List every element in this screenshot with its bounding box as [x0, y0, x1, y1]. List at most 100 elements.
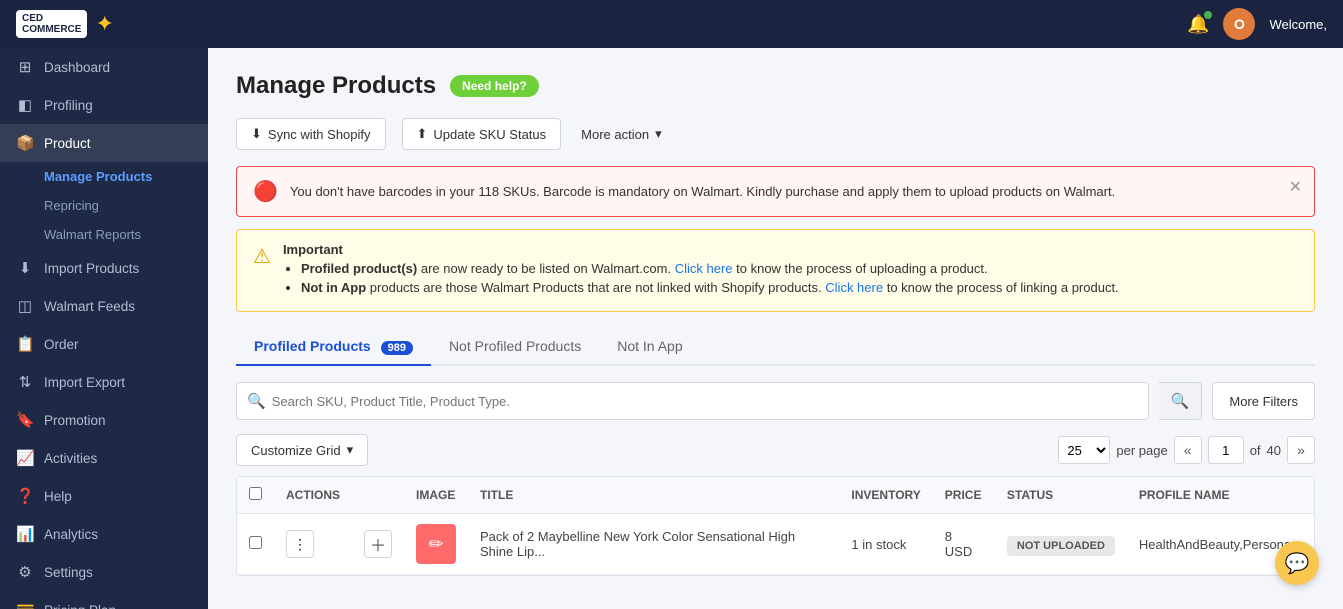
- row-add-cell[interactable]: ＋: [352, 514, 404, 575]
- sidebar-item-profiling[interactable]: ◧ Profiling: [0, 86, 208, 124]
- product-inventory: 1 in stock: [851, 537, 906, 552]
- sync-shopify-button[interactable]: ⬇ Sync with Shopify: [236, 118, 386, 150]
- chat-button[interactable]: 💬: [1275, 541, 1319, 585]
- page-input[interactable]: [1208, 436, 1244, 464]
- tab-profiled-products[interactable]: Profiled Products 989: [236, 328, 431, 366]
- row-add-button[interactable]: ＋: [364, 530, 392, 558]
- alert-close-button[interactable]: ✕: [1289, 177, 1302, 197]
- upload-process-link[interactable]: Click here: [675, 261, 733, 276]
- pricing-plan-icon: 💳: [16, 601, 34, 609]
- settings-icon: ⚙: [16, 563, 34, 581]
- tab-not-in-app[interactable]: Not In App: [599, 328, 700, 366]
- status-badge: NOT UPLOADED: [1007, 536, 1115, 556]
- import-export-icon: ⇅: [16, 373, 34, 391]
- row-image-cell: ✏: [404, 514, 468, 575]
- product-icon: 📦: [16, 134, 34, 152]
- sidebar-label-promotion: Promotion: [44, 413, 106, 428]
- tab-not-profiled-products[interactable]: Not Profiled Products: [431, 328, 599, 366]
- sidebar-sub-repricing[interactable]: Repricing: [0, 191, 208, 220]
- sidebar-item-product[interactable]: 📦 Product: [0, 124, 208, 162]
- sidebar-item-promotion[interactable]: 🔖 Promotion: [0, 401, 208, 439]
- chat-icon: 💬: [1285, 551, 1310, 576]
- last-page-button[interactable]: »: [1287, 436, 1315, 464]
- of-label: of: [1250, 443, 1261, 458]
- col-status: STATUS: [995, 477, 1127, 514]
- sidebar-item-activities[interactable]: 📈 Activities: [0, 439, 208, 477]
- customize-grid-button[interactable]: Customize Grid ▾: [236, 434, 368, 466]
- sidebar-item-walmart-feeds[interactable]: ◫ Walmart Feeds: [0, 287, 208, 325]
- search-submit-button[interactable]: 🔍: [1159, 382, 1203, 420]
- col-price: PRICE: [933, 477, 995, 514]
- help-icon: ❓: [16, 487, 34, 505]
- warning-line2: Not in App products are those Walmart Pr…: [301, 280, 1119, 295]
- navbar: CED COMMERCE ✦ 🔔 O Welcome,: [0, 0, 1343, 48]
- sidebar-label-pricing-plan: Pricing Plan: [44, 603, 116, 609]
- order-icon: 📋: [16, 335, 34, 353]
- row-menu-button[interactable]: ⋮: [286, 530, 314, 558]
- chevron-down-icon: ▾: [655, 126, 662, 142]
- sidebar-sub-manage-products[interactable]: Manage Products: [0, 162, 208, 191]
- warning-icon: ⚠: [253, 244, 271, 269]
- row-price-cell: 8 USD: [933, 514, 995, 575]
- more-filters-button[interactable]: More Filters: [1212, 382, 1315, 420]
- navbar-left: CED COMMERCE ✦: [16, 10, 114, 38]
- more-action-button[interactable]: More action ▾: [577, 119, 665, 149]
- dashboard-icon: ⊞: [16, 58, 34, 76]
- logo-text: CED COMMERCE: [22, 13, 81, 35]
- sidebar-item-import-products[interactable]: ⬇ Import Products: [0, 249, 208, 287]
- bell-icon[interactable]: 🔔: [1187, 14, 1209, 35]
- row-actions-cell: ⋮: [274, 514, 352, 575]
- search-box[interactable]: 🔍: [236, 382, 1149, 420]
- sidebar-label-dashboard: Dashboard: [44, 60, 110, 75]
- update-sku-button[interactable]: ⬆ Update SKU Status: [402, 118, 562, 150]
- total-pages: 40: [1267, 443, 1281, 458]
- warning-alert: ⚠ Important Profiled product(s) are now …: [236, 229, 1315, 312]
- products-table: ACTIONS IMAGE TITLE INVENTORY PRICE STAT…: [236, 476, 1315, 576]
- col-inventory: INVENTORY: [839, 477, 932, 514]
- sidebar-label-import-products: Import Products: [44, 261, 139, 276]
- import-products-icon: ⬇: [16, 259, 34, 277]
- sidebar-item-dashboard[interactable]: ⊞ Dashboard: [0, 48, 208, 86]
- per-page-select[interactable]: 25 50 100: [1058, 436, 1110, 464]
- sidebar-item-settings[interactable]: ⚙ Settings: [0, 553, 208, 591]
- search-filter-row: 🔍 🔍 More Filters: [236, 382, 1315, 420]
- product-price: 8 USD: [945, 529, 972, 559]
- navbar-right: 🔔 O Welcome,: [1187, 8, 1327, 40]
- error-icon: 🔴: [253, 179, 278, 204]
- row-checkbox[interactable]: [249, 536, 262, 549]
- col-profile-name: PROFILE NAME: [1127, 477, 1314, 514]
- main-content: Manage Products Need help? ⬇ Sync with S…: [208, 48, 1343, 609]
- pagination: 25 50 100 per page « of 40 »: [1058, 436, 1315, 464]
- first-page-button[interactable]: «: [1174, 436, 1202, 464]
- ced-logo[interactable]: CED COMMERCE: [16, 10, 87, 38]
- page-header: Manage Products Need help?: [236, 72, 1315, 100]
- sidebar-label-order: Order: [44, 337, 79, 352]
- analytics-icon: 📊: [16, 525, 34, 543]
- layout: ⊞ Dashboard ◧ Profiling 📦 Product Manage…: [0, 48, 1343, 609]
- activities-icon: 📈: [16, 449, 34, 467]
- sidebar-item-help[interactable]: ❓ Help: [0, 477, 208, 515]
- search-input[interactable]: [272, 394, 1138, 409]
- sidebar-item-import-export[interactable]: ⇅ Import Export: [0, 363, 208, 401]
- need-help-badge[interactable]: Need help?: [450, 75, 539, 97]
- row-checkbox-cell[interactable]: [237, 514, 274, 575]
- sidebar-label-settings: Settings: [44, 565, 93, 580]
- sidebar-label-activities: Activities: [44, 451, 97, 466]
- sidebar-item-order[interactable]: 📋 Order: [0, 325, 208, 363]
- avatar[interactable]: O: [1223, 8, 1255, 40]
- tabs: Profiled Products 989 Not Profiled Produ…: [236, 328, 1315, 366]
- linking-process-link[interactable]: Click here: [825, 280, 883, 295]
- profiled-products-label: Profiled product(s): [301, 261, 417, 276]
- select-all-checkbox[interactable]: [249, 487, 262, 500]
- upload-icon: ⬆: [417, 126, 428, 142]
- sidebar-sub-walmart-reports[interactable]: Walmart Reports: [0, 220, 208, 249]
- promotion-icon: 🔖: [16, 411, 34, 429]
- table-row: ⋮ ＋ ✏ Pack of 2 Maybelline New York Colo…: [237, 514, 1314, 575]
- product-title: Pack of 2 Maybelline New York Color Sens…: [480, 529, 795, 559]
- sidebar-item-pricing-plan[interactable]: 💳 Pricing Plan: [0, 591, 208, 609]
- grid-controls: Customize Grid ▾ 25 50 100 per page « of…: [236, 434, 1315, 466]
- navbar-logo[interactable]: CED COMMERCE ✦: [16, 10, 114, 38]
- profiling-icon: ◧: [16, 96, 34, 114]
- row-title-cell: Pack of 2 Maybelline New York Color Sens…: [468, 514, 839, 575]
- sidebar-item-analytics[interactable]: 📊 Analytics: [0, 515, 208, 553]
